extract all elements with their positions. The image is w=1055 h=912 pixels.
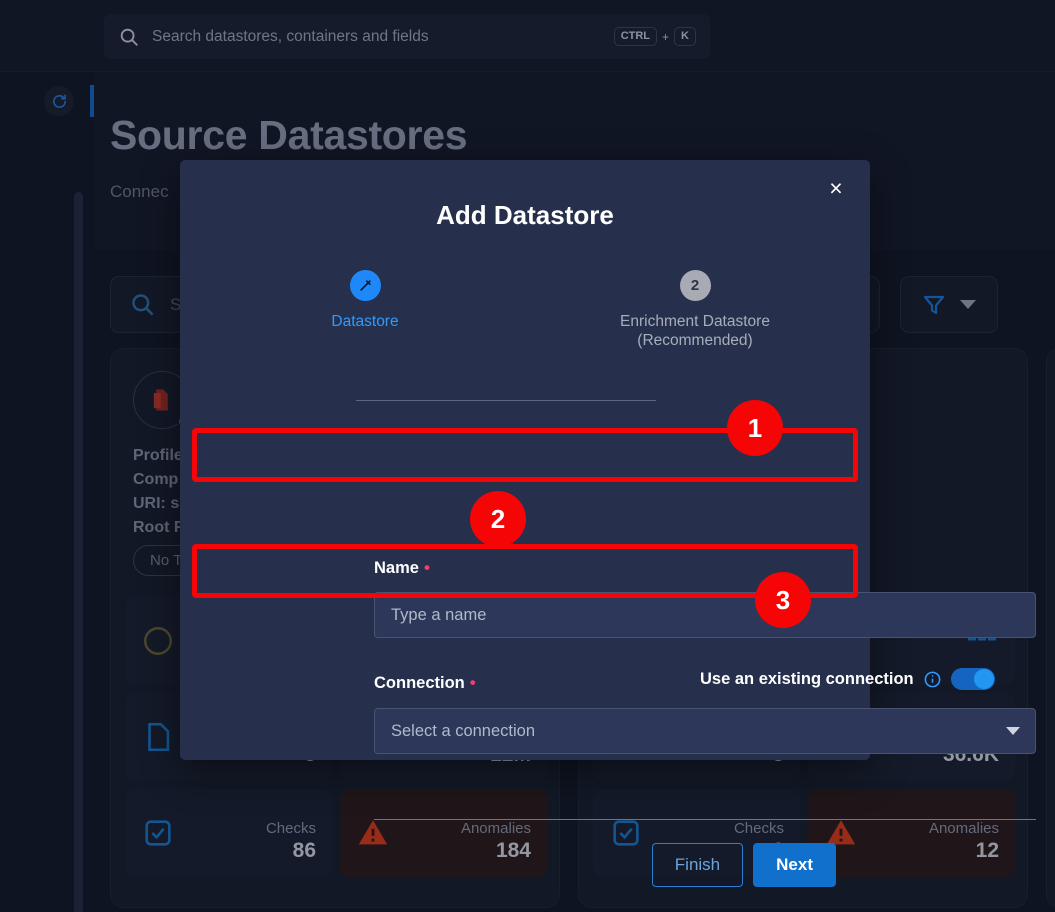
connection-select-value: Select a connection bbox=[374, 708, 1036, 754]
step-2-title: Enrichment Datastore bbox=[620, 313, 770, 330]
modal-divider bbox=[374, 819, 1036, 820]
stepper-step-datastore[interactable]: Datastore bbox=[275, 270, 455, 331]
step-2-label: Enrichment Datastore (Recommended) bbox=[620, 312, 770, 350]
connection-field-label: Connection • bbox=[374, 673, 476, 693]
step-1-circle bbox=[349, 270, 381, 301]
add-datastore-modal: × Add Datastore Datastore 2 Enrichment D… bbox=[180, 160, 1036, 887]
next-button[interactable]: Next bbox=[753, 843, 836, 887]
close-icon[interactable]: × bbox=[822, 174, 850, 202]
annotation-badge-1: 1 bbox=[727, 400, 783, 456]
use-existing-connection-row: Use an existing connection bbox=[700, 668, 995, 690]
name-label-text: Name bbox=[374, 559, 419, 577]
wizard-stepper: Datastore 2 Enrichment Datastore (Recomm… bbox=[180, 270, 870, 401]
use-existing-connection-label: Use an existing connection bbox=[700, 669, 914, 688]
pencil-icon bbox=[359, 280, 371, 291]
use-existing-connection-toggle[interactable] bbox=[950, 668, 995, 690]
chevron-down-icon bbox=[1006, 727, 1020, 735]
required-marker: • bbox=[469, 673, 476, 692]
step-2-subtitle: (Recommended) bbox=[637, 332, 753, 349]
toggle-knob bbox=[973, 669, 994, 689]
modal-actions: Finish Next bbox=[651, 843, 836, 887]
stepper-connector bbox=[356, 400, 656, 401]
app-root: Search datastores, containers and fields… bbox=[0, 0, 1055, 912]
finish-button[interactable]: Finish bbox=[651, 843, 744, 887]
annotation-badge-2: 2 bbox=[470, 491, 526, 547]
step-2-circle: 2 bbox=[679, 270, 711, 301]
name-field-label: Name • bbox=[374, 558, 430, 578]
required-marker: • bbox=[423, 558, 430, 577]
stepper-step-enrichment[interactable]: 2 Enrichment Datastore (Recommended) bbox=[605, 270, 785, 350]
connection-label-text: Connection bbox=[374, 674, 465, 692]
step-1-label: Datastore bbox=[331, 313, 399, 330]
annotation-badge-3: 3 bbox=[755, 572, 811, 628]
modal-title: Add Datastore bbox=[436, 200, 614, 230]
connection-select[interactable]: Select a connection bbox=[374, 708, 1036, 754]
name-input[interactable] bbox=[374, 592, 1036, 638]
info-icon[interactable] bbox=[923, 670, 942, 689]
